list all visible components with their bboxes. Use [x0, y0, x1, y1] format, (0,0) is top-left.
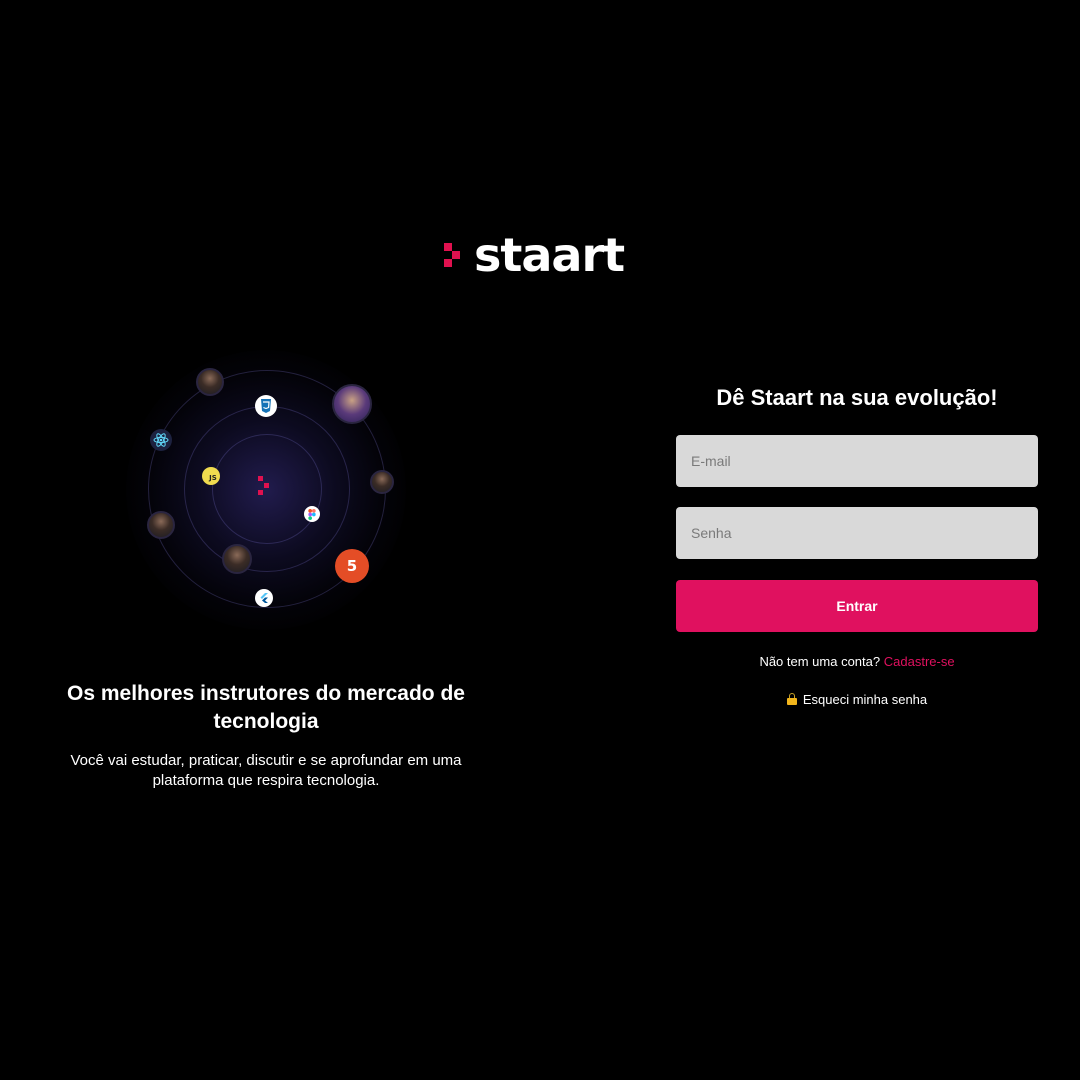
figma-icon [304, 506, 320, 522]
brand-name: staart [474, 228, 625, 282]
react-icon [150, 429, 172, 451]
instructor-avatar [196, 368, 224, 396]
instructors-heading: Os melhores instrutores do mercado de te… [67, 682, 465, 733]
instructor-avatar [147, 511, 175, 539]
javascript-label: JS [209, 473, 217, 482]
staart-logo-icon [444, 240, 466, 270]
lock-icon [786, 693, 797, 705]
signup-prompt: Não tem uma conta? [759, 654, 881, 669]
password-field[interactable] [676, 507, 1038, 559]
instructor-avatar [370, 470, 394, 494]
instructors-description: Você vai estudar, praticar, discutir e s… [70, 752, 462, 789]
html5-label: 5 [346, 557, 358, 575]
center-logo-icon [258, 475, 274, 497]
login-heading: Dê Staart na sua evolução! [716, 385, 998, 410]
signup-prompt-line: Não tem uma conta? Cadastre-se [676, 653, 1038, 671]
signup-link[interactable]: Cadastre-se [884, 654, 955, 669]
instructor-avatar [332, 384, 372, 424]
instructor-avatar [222, 544, 252, 574]
css3-icon [255, 395, 277, 417]
instructors-orbit-illustration: JS 5 [126, 350, 406, 630]
html5-icon: 5 [335, 549, 369, 583]
flutter-icon [255, 589, 273, 607]
login-button[interactable]: Entrar [676, 580, 1038, 632]
forgot-password-line: Esqueci minha senha [676, 691, 1038, 709]
login-page: staart JS 5 Os melhores instrutores do m… [0, 0, 1080, 1080]
javascript-icon: JS [202, 467, 220, 485]
forgot-password-link[interactable]: Esqueci minha senha [803, 692, 927, 707]
email-field[interactable] [676, 435, 1038, 487]
brand-logo: staart [444, 228, 625, 282]
